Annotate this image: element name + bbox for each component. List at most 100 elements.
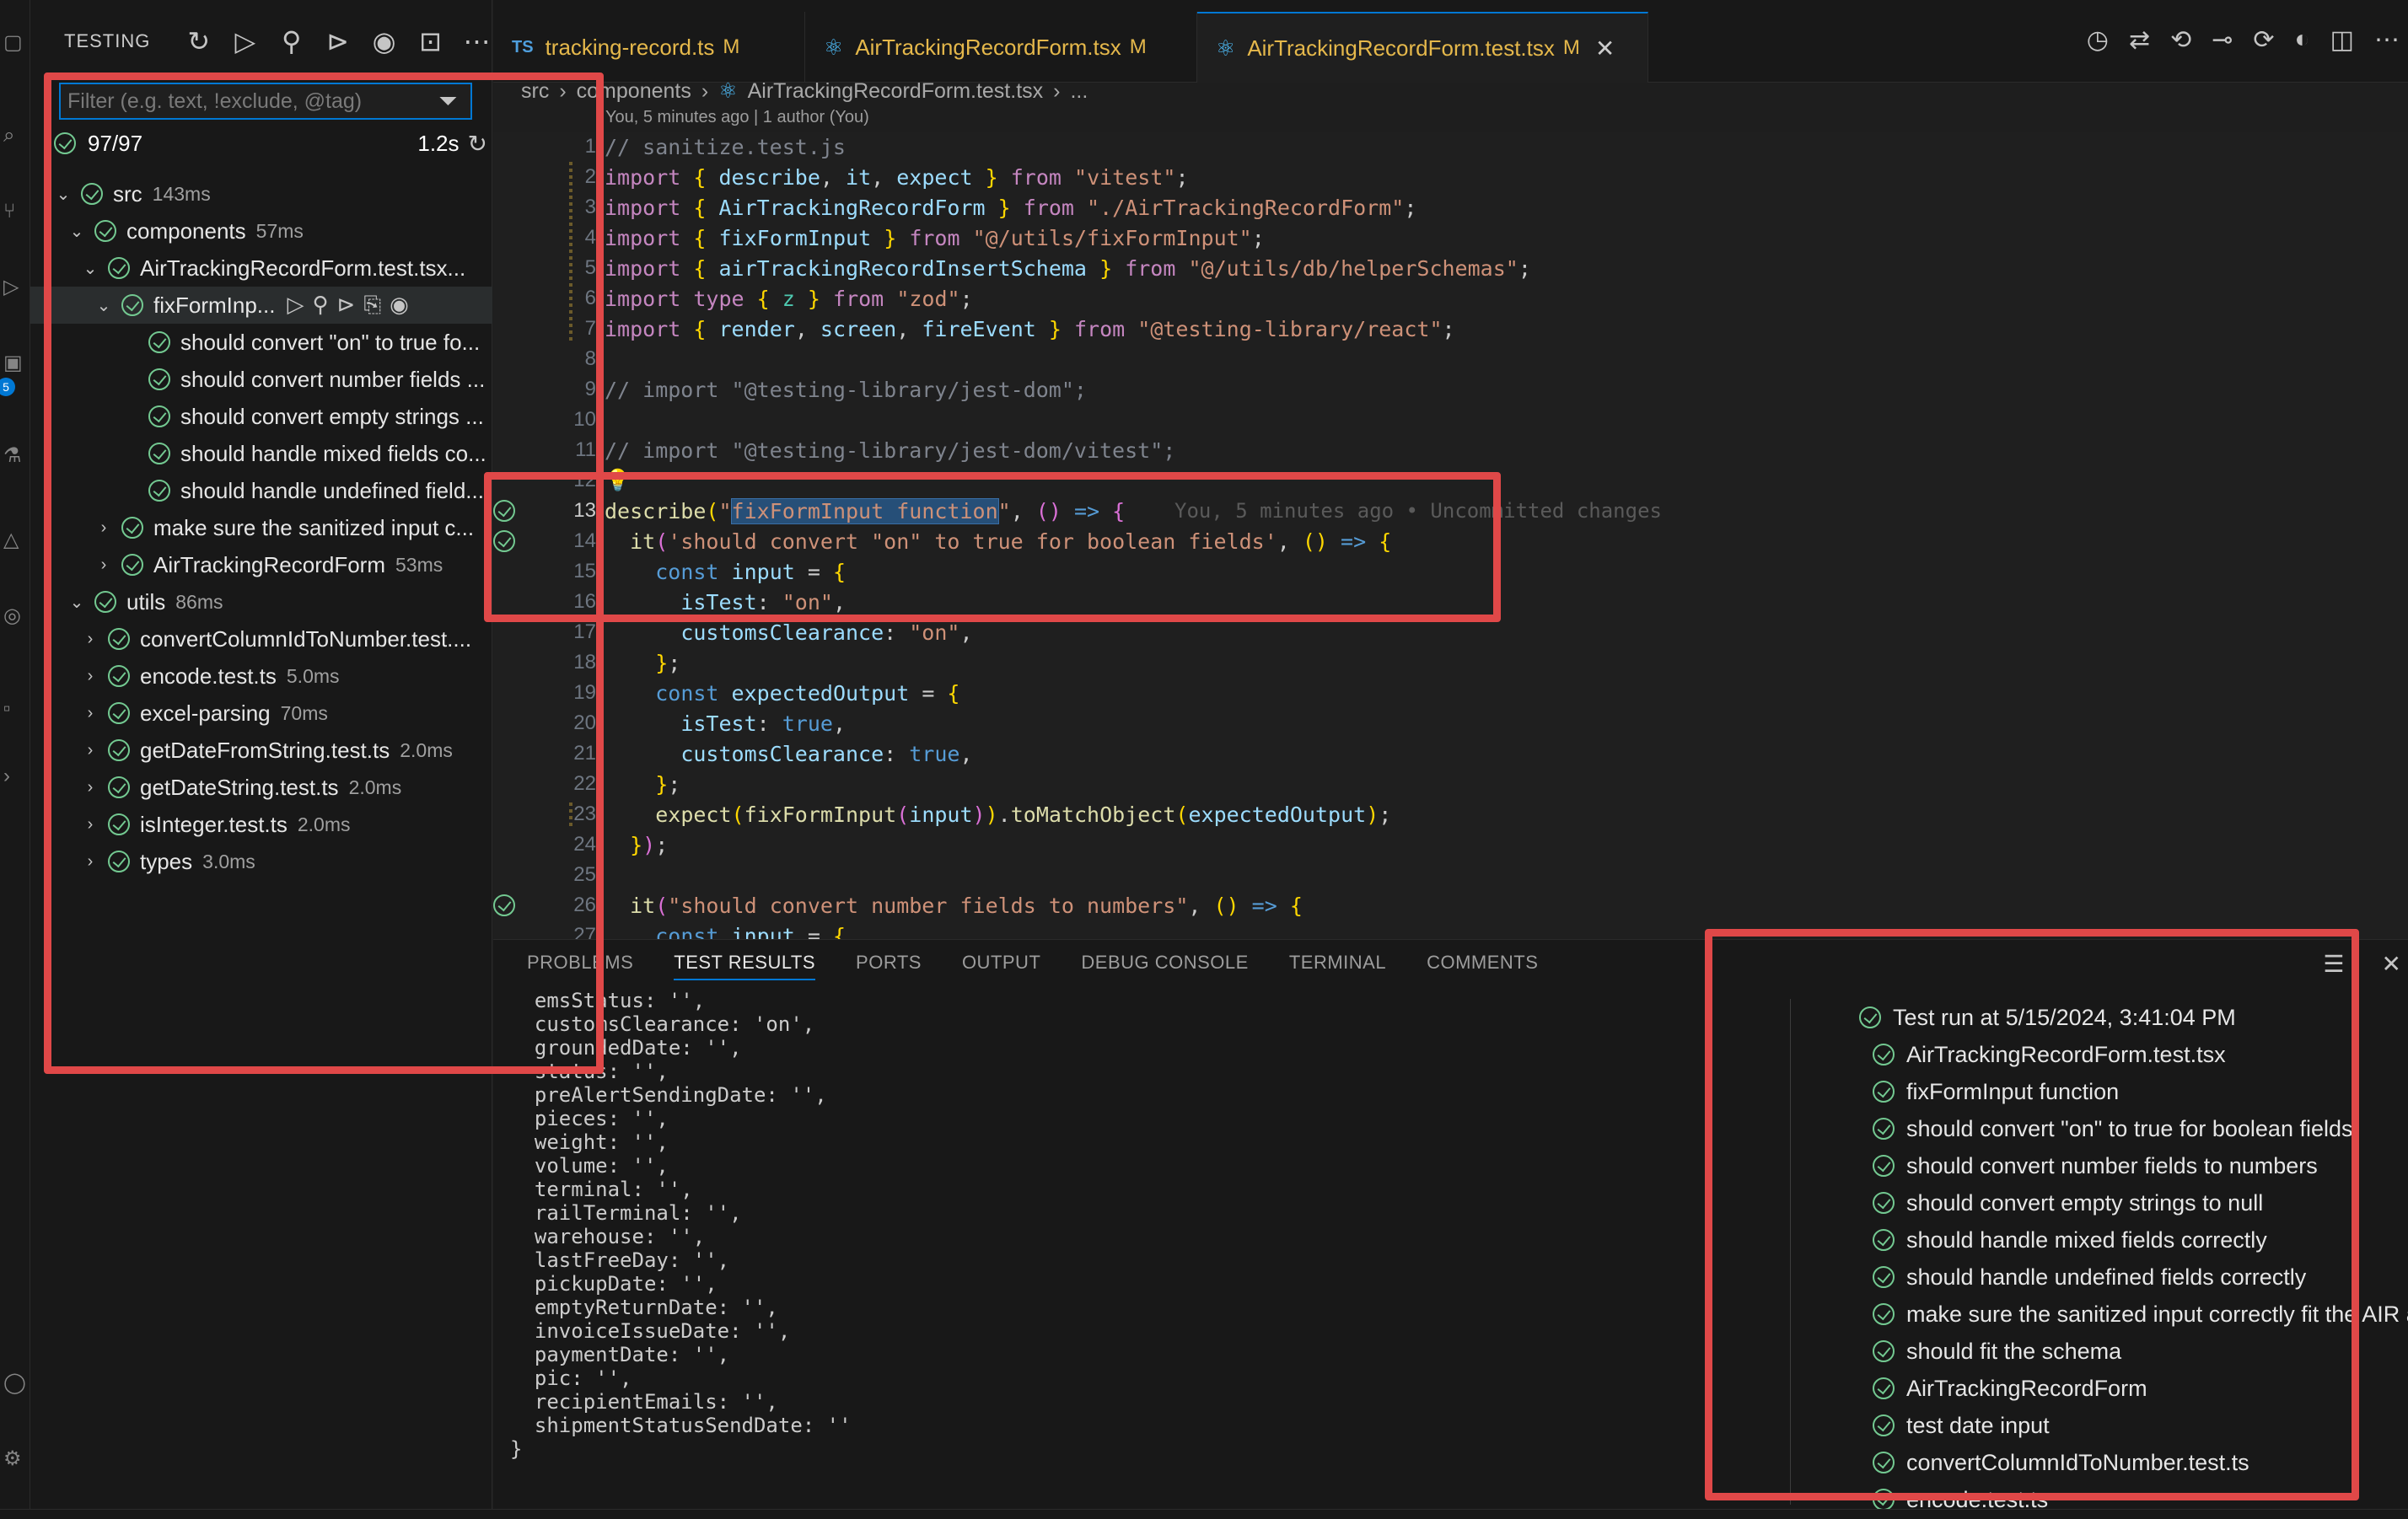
source-control-icon[interactable]: ⑂	[3, 201, 22, 222]
chevron-right-icon[interactable]: ›	[81, 778, 99, 797]
test-tree-item[interactable]: › getDateFromString.test.ts 2.0ms	[30, 732, 492, 769]
clear-list-icon[interactable]: ☰	[2323, 950, 2344, 978]
watch-icon[interactable]: ◉	[390, 292, 409, 319]
test-tree-item[interactable]: ⌄ utils 86ms	[30, 583, 492, 620]
test-tree-item[interactable]: › isInteger.test.ts 2.0ms	[30, 806, 492, 843]
test-tree-item[interactable]: should convert empty strings ...	[30, 398, 492, 435]
test-result-item[interactable]: AirTrackingRecordForm.test.tsx	[1873, 1036, 2226, 1073]
test-tree-item[interactable]: › AirTrackingRecordForm 53ms	[30, 546, 492, 583]
coverage-icon[interactable]: ⊳	[337, 292, 356, 319]
compare-changes-icon[interactable]: ⇄	[2129, 25, 2150, 55]
test-result-item[interactable]: fixFormInput function	[1873, 1073, 2119, 1110]
code-editor[interactable]: 1 // sanitize.test.js 2 import { describe,…	[493, 132, 2408, 939]
test-tree-item[interactable]: should convert number fields ...	[30, 361, 492, 398]
chevron-right-icon[interactable]: ›	[81, 667, 99, 686]
terminal-icon[interactable]: ⊡	[416, 25, 445, 57]
test-result-item[interactable]: should convert number fields to numbers	[1873, 1147, 2318, 1184]
chevron-down-icon[interactable]: ⌄	[67, 592, 86, 613]
account-icon[interactable]: ◯	[3, 1373, 26, 1393]
tab-test-results[interactable]: TEST RESULTS	[674, 952, 816, 980]
go-forward-icon[interactable]: ⟳	[2253, 25, 2274, 55]
test-result-item[interactable]: should convert empty strings to null	[1873, 1184, 2263, 1221]
docker-icon[interactable]: ◎	[3, 606, 22, 626]
extensions-icon[interactable]: ▣	[3, 353, 23, 373]
remote-icon[interactable]: △	[3, 530, 22, 550]
explorer-icon[interactable]: ▢	[3, 33, 23, 53]
test-filter-field[interactable]: ⏷	[59, 83, 472, 120]
settings-gear-icon[interactable]: ⚙	[3, 1449, 22, 1469]
chevron-down-icon[interactable]: ⌄	[54, 184, 73, 205]
test-tree-item[interactable]: ⌄ fixFormInp... ▷ ⚲ ⊳ ⎘ ◉	[30, 287, 492, 324]
test-tree-item[interactable]: ⌄ components 57ms	[30, 212, 492, 250]
chevron-right-icon[interactable]: ›	[81, 630, 99, 649]
run-coverage-icon[interactable]: ⊳	[323, 25, 352, 57]
test-result-item[interactable]: make sure the sanitized input correctly …	[1873, 1296, 2408, 1333]
test-result-item[interactable]: AirTrackingRecordForm	[1873, 1370, 2147, 1407]
git-change-marker[interactable]	[569, 802, 572, 826]
go-back-icon[interactable]: ⟲	[2170, 25, 2191, 55]
test-result-item[interactable]: should handle mixed fields correctly	[1873, 1221, 2267, 1259]
test-pass-gutter-icon[interactable]	[493, 894, 515, 916]
run-all-tests-icon[interactable]: ▷	[230, 25, 260, 57]
git-commit-icon[interactable]: ⊸	[2212, 25, 2233, 55]
tab-output[interactable]: OUTPUT	[962, 952, 1040, 980]
rerun-icon[interactable]: ↻	[468, 130, 487, 158]
chevron-right-icon[interactable]: ›	[94, 518, 113, 538]
breadcrumb-src[interactable]: src	[521, 79, 549, 104]
tab-problems[interactable]: PROBLEMS	[527, 952, 633, 980]
test-pass-gutter-icon[interactable]	[493, 500, 515, 522]
split-editor-icon[interactable]: ◫	[2330, 25, 2354, 55]
debug-tests-icon[interactable]: ⚲	[277, 25, 306, 57]
chevron-icon[interactable]: ›	[3, 766, 22, 786]
test-tree-item[interactable]: › make sure the sanitized input c...	[30, 509, 492, 546]
test-result-item[interactable]: should handle undefined fields correctly	[1873, 1259, 2306, 1296]
chevron-right-icon[interactable]: ›	[81, 852, 99, 872]
test-tree-item[interactable]: ⌄ src 143ms	[30, 175, 492, 212]
debug-test-icon[interactable]: ⚲	[312, 292, 328, 319]
test-tree-item[interactable]: should convert "on" to true fo...	[30, 324, 492, 361]
copilot-icon[interactable]: ◐	[2295, 25, 2310, 55]
test-run-header[interactable]: Test run at 5/15/2024, 3:41:04 PM	[1859, 999, 2236, 1036]
more-actions-icon[interactable]: ⋯	[2374, 25, 2400, 55]
run-test-icon[interactable]: ▷	[287, 292, 304, 319]
test-tree-item[interactable]: ⌄ AirTrackingRecordForm.test.tsx...	[30, 250, 492, 287]
tab-tracking-record[interactable]: TS tracking-record.ts M	[493, 12, 805, 83]
breadcrumb-more[interactable]: ...	[1070, 79, 1088, 104]
git-change-marker[interactable]	[569, 162, 572, 344]
chevron-down-icon[interactable]: ⌄	[67, 221, 86, 242]
test-result-item[interactable]: convertColumnIdToNumber.test.ts	[1873, 1444, 2249, 1481]
refresh-tests-icon[interactable]: ↻	[184, 25, 213, 57]
test-tree-item[interactable]: should handle undefined field...	[30, 472, 492, 509]
filter-funnel-icon[interactable]: ⏷	[438, 88, 457, 115]
chevron-right-icon[interactable]: ›	[81, 741, 99, 760]
tab-comments[interactable]: COMMENTS	[1427, 952, 1538, 980]
run-debug-icon[interactable]: ▷	[3, 277, 22, 298]
close-panel-icon[interactable]: ✕	[2382, 950, 2401, 978]
test-output[interactable]: emsStatus: '', customsClearance: 'on', g…	[510, 989, 1690, 1495]
test-result-item[interactable]: should fit the schema	[1873, 1333, 2121, 1370]
timeline-icon[interactable]: ▫	[3, 699, 22, 719]
testing-icon[interactable]: ⚗	[3, 446, 22, 466]
test-tree-item[interactable]: › encode.test.ts 5.0ms	[30, 658, 492, 695]
go-to-test-icon[interactable]: ⎘	[363, 292, 381, 319]
chevron-down-icon[interactable]: ⌄	[94, 295, 113, 316]
more-actions-icon[interactable]: ⋯	[462, 25, 492, 57]
breadcrumb-components[interactable]: components	[577, 79, 691, 104]
test-tree-item[interactable]: › getDateString.test.ts 2.0ms	[30, 769, 492, 806]
tab-air-tracking-form-test[interactable]: ⚛ AirTrackingRecordForm.test.tsx M ✕	[1197, 12, 1648, 83]
close-icon[interactable]: ✕	[1595, 35, 1615, 62]
tab-air-tracking-form[interactable]: ⚛ AirTrackingRecordForm.tsx M	[805, 12, 1197, 83]
chevron-down-icon[interactable]: ⌄	[81, 258, 99, 279]
test-tree-item[interactable]: › excel-parsing 70ms	[30, 695, 492, 732]
tab-debug-console[interactable]: DEBUG CONSOLE	[1081, 952, 1248, 980]
timeline-icon[interactable]: ◷	[2087, 25, 2109, 55]
test-result-item[interactable]: test date input	[1873, 1407, 2050, 1444]
chevron-right-icon[interactable]: ›	[81, 815, 99, 835]
test-filter-input[interactable]	[67, 89, 438, 114]
search-icon[interactable]: ⌕	[3, 126, 22, 146]
test-result-item[interactable]: should convert "on" to true for boolean …	[1873, 1110, 2353, 1147]
tab-terminal[interactable]: TERMINAL	[1289, 952, 1386, 980]
breadcrumb-file[interactable]: AirTrackingRecordForm.test.tsx	[748, 79, 1044, 104]
chevron-right-icon[interactable]: ›	[81, 704, 99, 723]
tab-ports[interactable]: PORTS	[856, 952, 922, 980]
